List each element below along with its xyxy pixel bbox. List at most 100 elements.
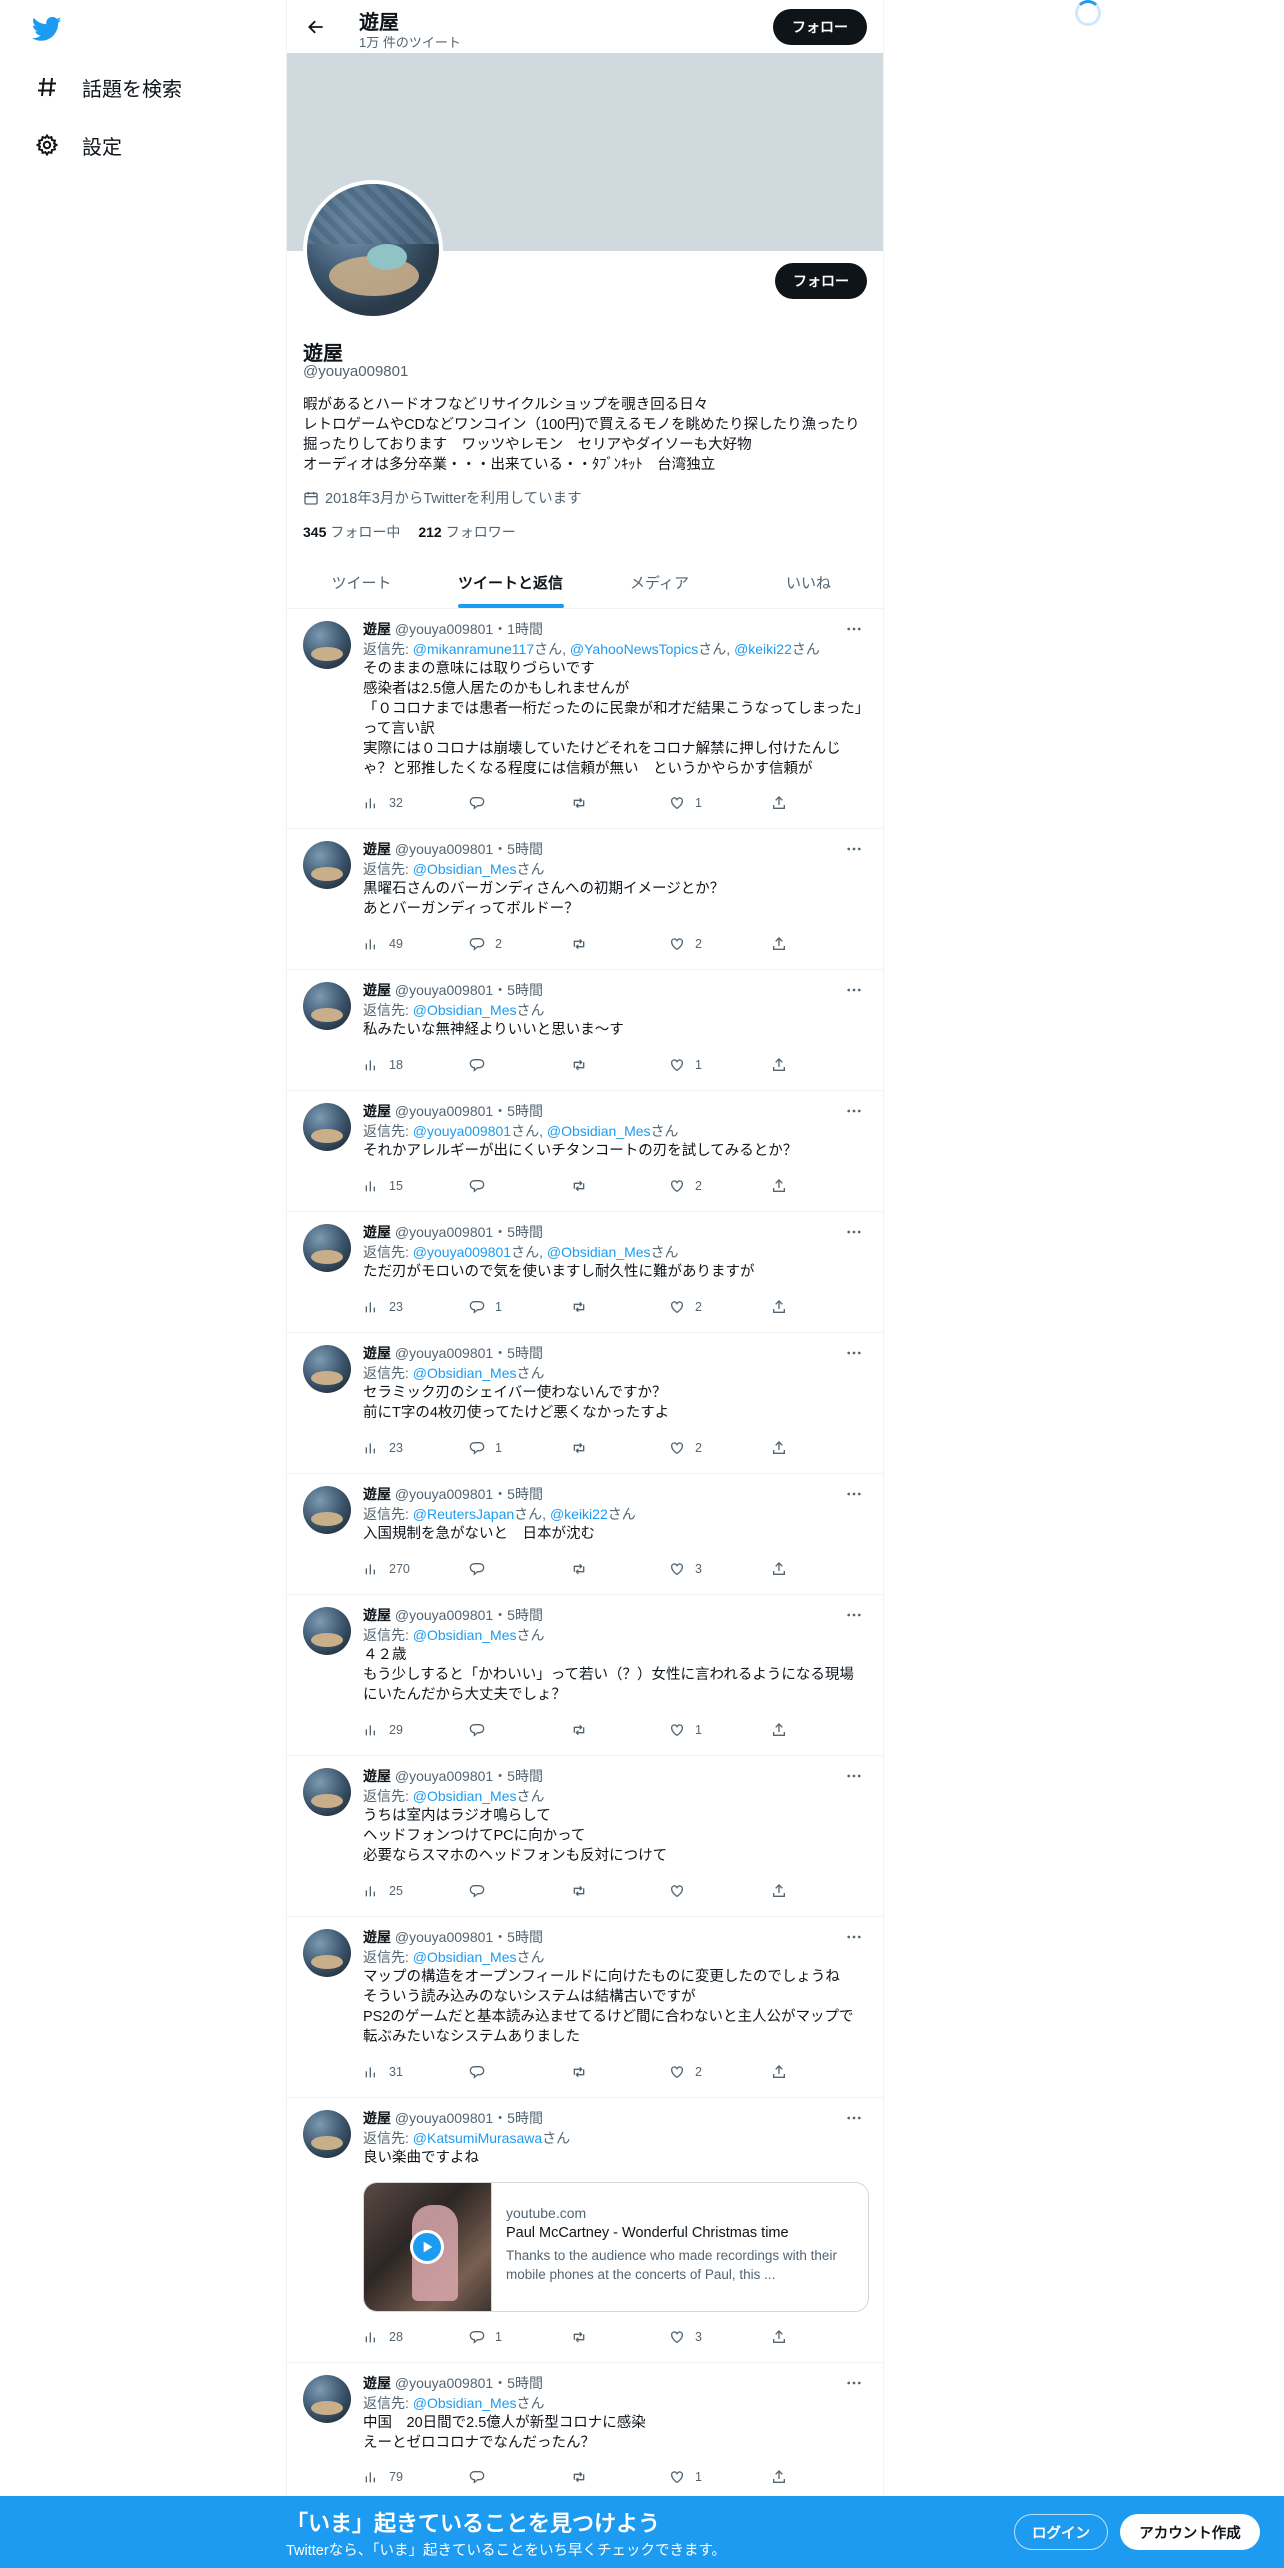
- like-button[interactable]: 3: [669, 2327, 702, 2347]
- tweet-avatar[interactable]: [303, 1486, 351, 1534]
- tweet-avatar[interactable]: [303, 2110, 351, 2158]
- link-preview-card[interactable]: youtube.com Paul McCartney - Wonderful Ch…: [363, 2182, 869, 2312]
- tweet-author-name[interactable]: 遊屋: [363, 982, 391, 998]
- views-button[interactable]: 23: [363, 1297, 403, 1317]
- nav-explore[interactable]: 話題を検索: [34, 67, 182, 107]
- tweet-avatar[interactable]: [303, 1607, 351, 1655]
- share-button[interactable]: [771, 1297, 787, 1317]
- tweet-avatar[interactable]: [303, 982, 351, 1030]
- retweet-button[interactable]: [571, 2327, 597, 2347]
- tweet-avatar[interactable]: [303, 1929, 351, 1977]
- retweet-button[interactable]: [571, 934, 597, 954]
- tweet-avatar[interactable]: [303, 1224, 351, 1272]
- reply-button[interactable]: 1: [469, 1438, 502, 1458]
- tweet-avatar[interactable]: [303, 2375, 351, 2423]
- views-button[interactable]: 79: [363, 2467, 403, 2487]
- tweet-avatar[interactable]: [303, 841, 351, 889]
- reply-button[interactable]: [469, 1720, 495, 1740]
- following-link[interactable]: 345 フォロー中: [303, 522, 400, 542]
- tweet-handle-time[interactable]: @youya009801・5時間: [391, 1103, 543, 1119]
- tweet-handle-time[interactable]: @youya009801・1時間: [391, 621, 543, 637]
- share-button[interactable]: [771, 934, 787, 954]
- tweet[interactable]: 遊屋 @youya009801・5時間 返信先: @Obsidian_Mesさん私…: [287, 970, 883, 1091]
- retweet-button[interactable]: [571, 1438, 597, 1458]
- header-follow-button[interactable]: フォロー: [773, 9, 867, 45]
- tweet[interactable]: 遊屋 @youya009801・5時間 返信先: @KatsumiMurasawa…: [287, 2098, 883, 2363]
- views-button[interactable]: 25: [363, 1881, 403, 1901]
- mention-link[interactable]: @Obsidian_Mes: [413, 2395, 517, 2411]
- tab-likes[interactable]: いいね: [734, 556, 883, 608]
- like-button[interactable]: [669, 1881, 695, 1901]
- views-button[interactable]: 270: [363, 1559, 410, 1579]
- retweet-button[interactable]: [571, 793, 597, 813]
- tweet-handle-time[interactable]: @youya009801・5時間: [391, 841, 543, 857]
- retweet-button[interactable]: [571, 2062, 597, 2082]
- reply-button[interactable]: [469, 1559, 495, 1579]
- play-icon[interactable]: [410, 2230, 444, 2264]
- tab-tweets[interactable]: ツイート: [287, 556, 436, 608]
- tweet[interactable]: 遊屋 @youya009801・1時間 返信先: @mikanramune117さ…: [287, 609, 883, 829]
- share-button[interactable]: [771, 1438, 787, 1458]
- mention-link[interactable]: @Obsidian_Mes: [413, 1949, 517, 1965]
- views-button[interactable]: 31: [363, 2062, 403, 2082]
- views-button[interactable]: 18: [363, 1055, 403, 1075]
- mention-link[interactable]: @Obsidian_Mes: [547, 1123, 651, 1139]
- tweet-author-name[interactable]: 遊屋: [363, 1607, 391, 1623]
- mention-link[interactable]: @youya009801: [413, 1123, 511, 1139]
- reply-button[interactable]: [469, 2062, 495, 2082]
- profile-avatar[interactable]: [303, 180, 443, 320]
- reply-button[interactable]: [469, 2467, 495, 2487]
- tweet-author-name[interactable]: 遊屋: [363, 1345, 391, 1361]
- like-button[interactable]: 1: [669, 1055, 702, 1075]
- retweet-button[interactable]: [571, 1881, 597, 1901]
- views-button[interactable]: 28: [363, 2327, 403, 2347]
- retweet-button[interactable]: [571, 1559, 597, 1579]
- mention-link[interactable]: @ReutersJapan: [413, 1506, 514, 1522]
- mention-link[interactable]: @Obsidian_Mes: [547, 1244, 651, 1260]
- tweet-handle-time[interactable]: @youya009801・5時間: [391, 2375, 543, 2391]
- tweet-avatar[interactable]: [303, 621, 351, 669]
- followers-link[interactable]: 212 フォロワー: [418, 522, 515, 542]
- retweet-button[interactable]: [571, 1720, 597, 1740]
- tweet-handle-time[interactable]: @youya009801・5時間: [391, 982, 543, 998]
- tweet-handle-time[interactable]: @youya009801・5時間: [391, 1486, 543, 1502]
- tweet[interactable]: 遊屋 @youya009801・5時間 返信先: @Obsidian_Mesさん黒…: [287, 829, 883, 970]
- share-button[interactable]: [771, 1559, 787, 1579]
- mention-link[interactable]: @Obsidian_Mes: [413, 1002, 517, 1018]
- share-button[interactable]: [771, 1881, 787, 1901]
- tweet-avatar[interactable]: [303, 1768, 351, 1816]
- tweet-author-name[interactable]: 遊屋: [363, 2110, 391, 2126]
- share-button[interactable]: [771, 1720, 787, 1740]
- retweet-button[interactable]: [571, 1055, 597, 1075]
- views-button[interactable]: 49: [363, 934, 403, 954]
- share-button[interactable]: [771, 2327, 787, 2347]
- reply-button[interactable]: [469, 1055, 495, 1075]
- tweet-author-name[interactable]: 遊屋: [363, 1768, 391, 1784]
- tweet[interactable]: 遊屋 @youya009801・5時間 返信先: @Obsidian_Mesさんセ…: [287, 1333, 883, 1474]
- mention-link[interactable]: @YahooNewsTopics: [570, 641, 698, 657]
- like-button[interactable]: 3: [669, 1559, 702, 1579]
- tweet[interactable]: 遊屋 @youya009801・5時間 返信先: @youya009801さん, …: [287, 1212, 883, 1333]
- tab-tweets-and-replies[interactable]: ツイートと返信: [436, 556, 585, 608]
- tweet[interactable]: 遊屋 @youya009801・5時間 返信先: @youya009801さん, …: [287, 1091, 883, 1212]
- like-button[interactable]: 1: [669, 1720, 702, 1740]
- mention-link[interactable]: @keiki22: [550, 1506, 608, 1522]
- tweet[interactable]: 遊屋 @youya009801・5時間 返信先: @Obsidian_Mesさんう…: [287, 1756, 883, 1917]
- share-button[interactable]: [771, 1055, 787, 1075]
- tweet-author-name[interactable]: 遊屋: [363, 621, 391, 637]
- share-button[interactable]: [771, 2062, 787, 2082]
- tweet-handle-time[interactable]: @youya009801・5時間: [391, 1345, 543, 1361]
- retweet-button[interactable]: [571, 1176, 597, 1196]
- mention-link[interactable]: @Obsidian_Mes: [413, 861, 517, 877]
- views-button[interactable]: 29: [363, 1720, 403, 1740]
- like-button[interactable]: 1: [669, 2467, 702, 2487]
- twitter-logo-icon[interactable]: [30, 14, 66, 44]
- tweet[interactable]: 遊屋 @youya009801・5時間 返信先: @Obsidian_Mesさん中…: [287, 2363, 883, 2503]
- tweet-avatar[interactable]: [303, 1103, 351, 1151]
- mention-link[interactable]: @Obsidian_Mes: [413, 1365, 517, 1381]
- mention-link[interactable]: @mikanramune117: [413, 641, 534, 657]
- tweet[interactable]: 遊屋 @youya009801・5時間 返信先: @Obsidian_Mesさん ４…: [287, 1595, 883, 1756]
- mention-link[interactable]: @KatsumiMurasawa: [413, 2130, 542, 2146]
- signup-button[interactable]: アカウント作成: [1120, 2514, 1260, 2550]
- like-button[interactable]: 2: [669, 1297, 702, 1317]
